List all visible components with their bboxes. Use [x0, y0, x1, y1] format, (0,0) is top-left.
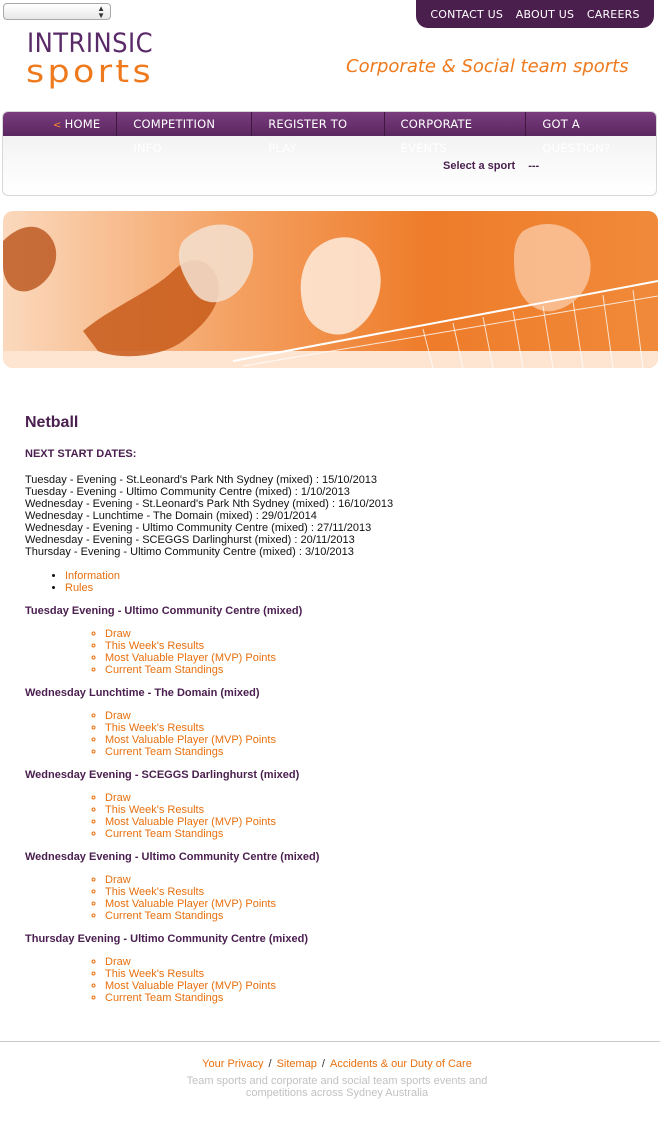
link-item: This Week's Results: [105, 722, 625, 734]
draw-link[interactable]: Draw: [105, 874, 131, 886]
info-list-item: Information: [65, 570, 625, 582]
start-date-line: Thursday - Evening - Ultimo Community Ce…: [25, 546, 354, 558]
start-date-line: Wednesday - Evening - Ultimo Community C…: [25, 522, 372, 534]
link-item: Most Valuable Player (MVP) Points: [105, 652, 625, 664]
start-date-line: Wednesday - Evening - St.Leonard's Park …: [25, 498, 394, 510]
draw-link[interactable]: Draw: [105, 628, 131, 640]
standings-link[interactable]: Current Team Standings: [105, 664, 223, 676]
mvp-points-link[interactable]: Most Valuable Player (MVP) Points: [105, 652, 276, 664]
link-item: Current Team Standings: [105, 828, 625, 840]
start-date-line: Wednesday - Lunchtime - The Domain (mixe…: [25, 510, 317, 522]
standings-link[interactable]: Current Team Standings: [105, 910, 223, 922]
link-item: Draw: [105, 956, 625, 968]
footer-separator: /: [268, 1058, 272, 1070]
results-link[interactable]: This Week's Results: [105, 804, 204, 816]
intrinsic-sports-logo[interactable]: INTRINSIC sports: [26, 26, 161, 92]
nav-home-label: HOME: [64, 117, 101, 131]
select-arrows-icon: ▲ ▼: [97, 4, 105, 20]
page-title: Netball: [25, 414, 79, 431]
mvp-points-link[interactable]: Most Valuable Player (MVP) Points: [105, 816, 276, 828]
competition-group-title: Wednesday Evening - SCEGGS Darlinghurst …: [25, 769, 300, 781]
link-item: This Week's Results: [105, 886, 625, 898]
results-link[interactable]: This Week's Results: [105, 968, 204, 980]
draw-link[interactable]: Draw: [105, 710, 131, 722]
careers-link[interactable]: CAREERS: [587, 8, 640, 21]
select-sport-label: Select a sport: [443, 160, 516, 172]
link-item: Current Team Standings: [105, 910, 625, 922]
nav-register-to-play[interactable]: REGISTER TO PLAY: [252, 112, 385, 155]
competition-links: Draw This Week's Results Most Valuable P…: [25, 628, 625, 676]
competition-links: Draw This Week's Results Most Valuable P…: [25, 792, 625, 840]
sitemap-link[interactable]: Sitemap: [277, 1058, 317, 1070]
footer-divider: [0, 1041, 660, 1042]
link-item: Current Team Standings: [105, 746, 625, 758]
privacy-link[interactable]: Your Privacy: [202, 1058, 263, 1070]
mvp-points-link[interactable]: Most Valuable Player (MVP) Points: [105, 734, 276, 746]
start-date-line: Wednesday - Evening - SCEGGS Darlinghurs…: [25, 534, 355, 546]
logo-line2: sports: [26, 54, 154, 90]
next-start-dates-heading: NEXT START DATES:: [25, 448, 137, 460]
nav-competition-info[interactable]: COMPETITION INFO: [117, 112, 253, 155]
link-item: Most Valuable Player (MVP) Points: [105, 898, 625, 910]
sport-dropdown-select[interactable]: ▲ ▼: [3, 3, 111, 20]
link-item: Current Team Standings: [105, 992, 625, 1004]
standings-link[interactable]: Current Team Standings: [105, 992, 223, 1004]
link-item: This Week's Results: [105, 804, 625, 816]
duty-of-care-link[interactable]: Accidents & our Duty of Care: [330, 1058, 472, 1070]
draw-link[interactable]: Draw: [105, 792, 131, 804]
results-link[interactable]: This Week's Results: [105, 640, 204, 652]
competition-links: Draw This Week's Results Most Valuable P…: [25, 710, 625, 758]
mvp-points-link[interactable]: Most Valuable Player (MVP) Points: [105, 980, 276, 992]
link-item: Draw: [105, 710, 625, 722]
start-date-line: Tuesday - Evening - St.Leonard's Park Nt…: [25, 474, 378, 486]
link-item: Draw: [105, 874, 625, 886]
info-links: Information Rules: [25, 570, 625, 594]
footer-description: Team sports and corporate and social tea…: [186, 1075, 488, 1099]
link-item: This Week's Results: [105, 968, 625, 980]
nav-home[interactable]: < HOME: [3, 112, 118, 136]
nav-got-a-question[interactable]: GOT A QUESTION?: [526, 112, 656, 155]
footer-separator: /: [321, 1058, 325, 1070]
link-item: Most Valuable Player (MVP) Points: [105, 980, 625, 992]
link-item: Current Team Standings: [105, 664, 625, 676]
competition-links: Draw This Week's Results Most Valuable P…: [25, 956, 625, 1004]
start-dates-list: Tuesday - Evening - St.Leonard's Park Nt…: [25, 474, 625, 558]
results-link[interactable]: This Week's Results: [105, 722, 204, 734]
link-item: Draw: [105, 628, 625, 640]
main-nav: < HOME COMPETITION INFO REGISTER TO PLAY …: [2, 111, 657, 196]
link-item: This Week's Results: [105, 640, 625, 652]
info-list-item: Rules: [65, 582, 625, 594]
tagline: Corporate & Social team sports: [346, 56, 629, 77]
standings-link[interactable]: Current Team Standings: [105, 746, 223, 758]
competition-group-title: Wednesday Evening - Ultimo Community Cen…: [25, 851, 320, 863]
competition-group-title: Wednesday Lunchtime - The Domain (mixed): [25, 687, 260, 699]
hero-banner-image: [3, 211, 658, 368]
main-content: Netball NEXT START DATES: Tuesday - Even…: [25, 414, 625, 1004]
about-us-link[interactable]: ABOUT US: [516, 8, 574, 21]
footer-links: Your Privacy / Sitemap / Accidents & our Dut…: [0, 1058, 660, 1070]
competition-group-title: Thursday Evening - Ultimo Community Cent…: [25, 933, 308, 945]
start-date-line: Tuesday - Evening - Ultimo Community Cen…: [25, 486, 350, 498]
top-nav: CONTACT US ABOUT US CAREERS: [416, 0, 654, 28]
contact-us-link[interactable]: CONTACT US: [430, 8, 503, 21]
main-nav-bar: < HOME COMPETITION INFO REGISTER TO PLAY …: [3, 112, 656, 155]
draw-link[interactable]: Draw: [105, 956, 131, 968]
competition-links: Draw This Week's Results Most Valuable P…: [25, 874, 625, 922]
home-chevron-icon: <: [53, 120, 62, 131]
link-item: Most Valuable Player (MVP) Points: [105, 734, 625, 746]
select-sport[interactable]: Select a sport ---: [443, 160, 539, 172]
link-item: Most Valuable Player (MVP) Points: [105, 816, 625, 828]
information-link[interactable]: Information: [65, 570, 120, 582]
mvp-points-link[interactable]: Most Valuable Player (MVP) Points: [105, 898, 276, 910]
link-item: Draw: [105, 792, 625, 804]
competition-group-title: Tuesday Evening - Ultimo Community Centr…: [25, 605, 303, 617]
nav-corporate-events[interactable]: CORPORATE EVENTS: [385, 112, 527, 155]
select-sport-value: ---: [528, 160, 540, 172]
rules-link[interactable]: Rules: [65, 582, 93, 594]
standings-link[interactable]: Current Team Standings: [105, 828, 223, 840]
results-link[interactable]: This Week's Results: [105, 886, 204, 898]
